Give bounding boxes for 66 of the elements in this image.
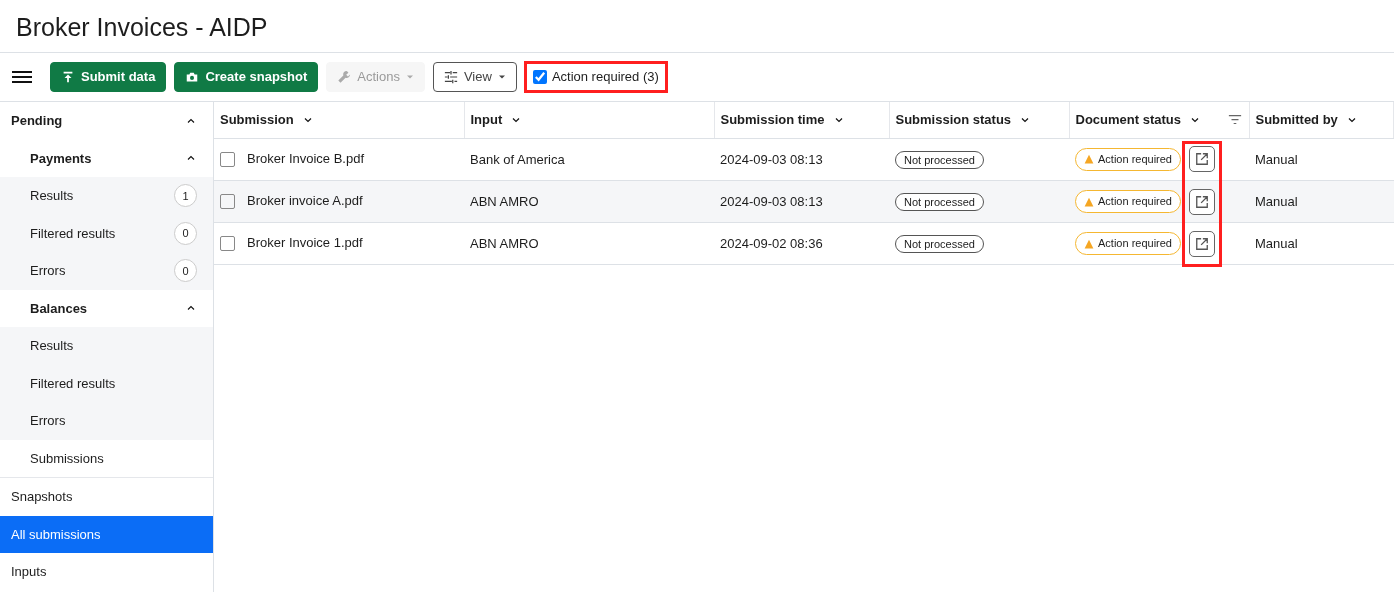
wrench-icon bbox=[337, 70, 352, 84]
input-name: ABN AMRO bbox=[470, 193, 539, 209]
column-header[interactable]: Input bbox=[470, 110, 708, 130]
caret-icon bbox=[405, 73, 414, 81]
input-name: Bank of America bbox=[470, 151, 565, 167]
sliders-icon bbox=[443, 70, 458, 84]
warning-pill: Action required bbox=[1075, 232, 1181, 255]
open-button[interactable] bbox=[1189, 188, 1215, 215]
external-link-icon bbox=[1195, 236, 1209, 251]
sidebar-item[interactable]: Filtered results bbox=[0, 364, 213, 402]
sidebar-item[interactable]: Filtered results 0 bbox=[0, 214, 213, 252]
sidebar-item[interactable]: Snapshots bbox=[0, 478, 213, 516]
upload-icon bbox=[61, 70, 75, 84]
column-header[interactable]: Submitted by bbox=[1255, 110, 1387, 130]
warning-icon bbox=[1084, 238, 1094, 249]
warning-pill: Action required bbox=[1075, 190, 1181, 213]
action-required-filter[interactable]: Action required (3) bbox=[526, 64, 665, 90]
submitter-name: Manual bbox=[1255, 235, 1298, 251]
row-checkbox[interactable] bbox=[220, 235, 235, 251]
checkbox[interactable] bbox=[532, 70, 547, 84]
view-button[interactable]: View bbox=[432, 62, 517, 92]
submission-time: 2024-09-03 08:13 bbox=[720, 151, 823, 167]
filter-icon bbox=[1226, 112, 1243, 127]
input-name: ABN AMRO bbox=[470, 235, 539, 251]
column-header[interactable]: Submission time bbox=[720, 110, 883, 130]
warning-pill: Action required bbox=[1075, 148, 1181, 171]
column-header[interactable]: Submission bbox=[220, 110, 458, 130]
submission-time: 2024-09-02 08:36 bbox=[720, 235, 823, 251]
sidebar-item[interactable]: Results bbox=[0, 327, 213, 365]
count-badge: 0 bbox=[174, 221, 197, 245]
column-header[interactable]: Submission status bbox=[895, 110, 1063, 130]
sidebar-item[interactable]: Inputs bbox=[0, 553, 213, 591]
submitter-name: Manual bbox=[1255, 151, 1298, 167]
external-link-icon bbox=[1195, 152, 1209, 167]
sidebar-item[interactable]: Errors bbox=[0, 402, 213, 440]
sidebar-item[interactable]: Submissions bbox=[0, 439, 213, 477]
submission-time: 2024-09-03 08:13 bbox=[720, 193, 823, 209]
menu-icon[interactable] bbox=[12, 69, 32, 85]
count-badge: 0 bbox=[174, 259, 197, 283]
row-checkbox[interactable] bbox=[220, 193, 235, 209]
warning-icon bbox=[1084, 154, 1094, 165]
create-snapshot-button[interactable]: Create snapshot bbox=[174, 62, 319, 92]
sidebar-item[interactable]: Pending bbox=[0, 102, 213, 140]
camera-icon bbox=[185, 70, 200, 84]
sidebar-item[interactable]: All submissions bbox=[0, 515, 213, 553]
status-pill: Not processed bbox=[895, 150, 984, 169]
file-name: Broker Invoice 1.pdf bbox=[247, 234, 363, 253]
file-name: Broker Invoice B.pdf bbox=[247, 150, 365, 169]
status-pill: Not processed bbox=[895, 234, 984, 253]
sidebar-item[interactable]: Balances bbox=[0, 289, 213, 327]
row-checkbox[interactable] bbox=[220, 151, 235, 167]
submitter-name: Manual bbox=[1255, 193, 1298, 209]
caret-icon bbox=[497, 73, 506, 81]
sidebar-item[interactable]: Errors 0 bbox=[0, 252, 213, 290]
warning-icon bbox=[1084, 196, 1094, 207]
open-button[interactable] bbox=[1189, 230, 1215, 257]
sidebar-item[interactable]: Payments bbox=[0, 139, 213, 177]
count-badge: 1 bbox=[174, 184, 197, 208]
page-title: Broker Invoices - AIDP bbox=[0, 0, 1394, 53]
open-button[interactable] bbox=[1189, 146, 1215, 173]
external-link-icon bbox=[1195, 194, 1209, 209]
file-name: Broker invoice A.pdf bbox=[247, 192, 363, 211]
column-header[interactable]: Document status bbox=[1075, 110, 1243, 130]
status-pill: Not processed bbox=[895, 192, 984, 211]
sidebar-item[interactable]: Results 1 bbox=[0, 177, 213, 215]
submit-data-button[interactable]: Submit data bbox=[50, 62, 167, 92]
